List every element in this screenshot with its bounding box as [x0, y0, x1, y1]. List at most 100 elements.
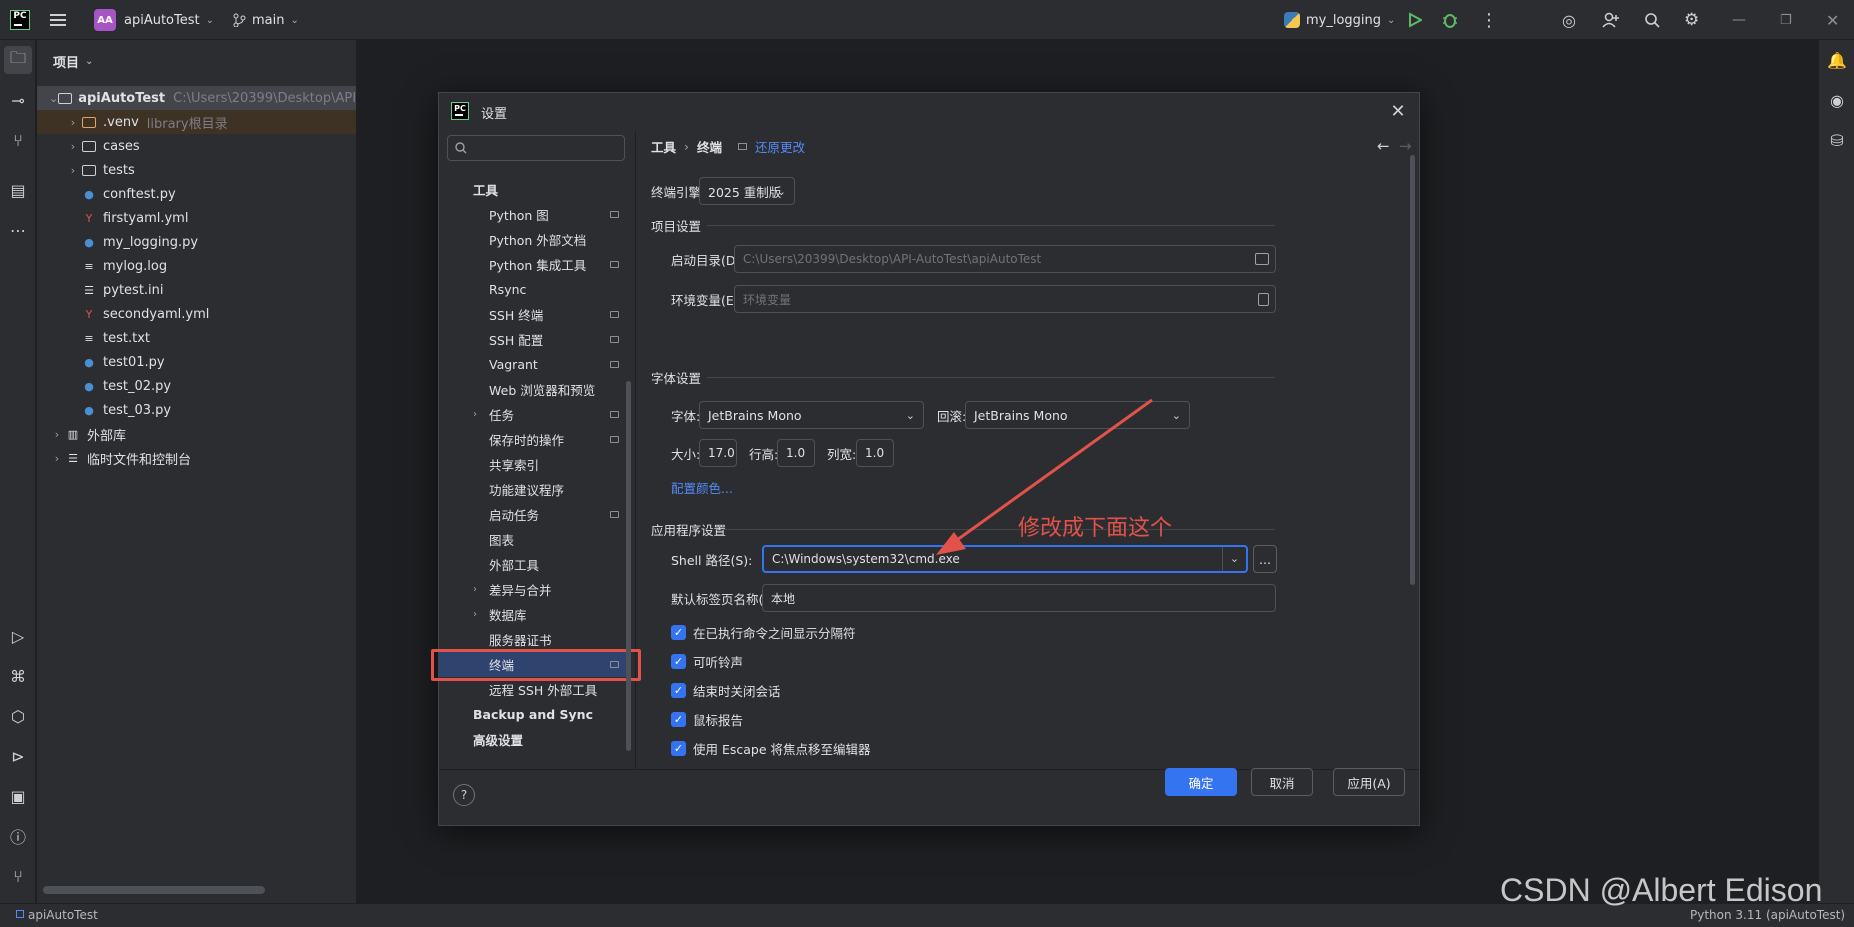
checkbox-show-separators[interactable]: ✓ 在已执行命令之间显示分隔符 — [671, 621, 856, 643]
nav-item[interactable]: Python 外部文档 — [439, 227, 629, 252]
search-button[interactable] — [1644, 0, 1660, 40]
nav-item[interactable]: 启动任务 — [439, 502, 629, 527]
checkbox-close-on-exit[interactable]: ✓ 结束时关闭会话 — [671, 679, 781, 701]
tree-item-my-logging[interactable]: ● my_logging.py — [37, 230, 356, 254]
settings-gear-icon[interactable]: ⚙ — [1684, 0, 1699, 40]
ok-button[interactable]: 确定 — [1165, 768, 1237, 796]
tree-item-cases[interactable]: › cases — [37, 134, 356, 158]
tree-item-firstyaml[interactable]: Y firstyaml.yml — [37, 206, 356, 230]
nav-item[interactable]: 保存时的操作 — [439, 427, 629, 452]
services-tool-icon[interactable]: ⊳ — [0, 742, 36, 770]
forward-arrow-icon[interactable]: → — [1399, 137, 1412, 155]
ai-chat-icon[interactable]: ◉ — [1819, 86, 1854, 114]
shell-path-input[interactable]: C:\Windows\system32\cmd.exe ⌄ — [762, 545, 1248, 573]
env-field[interactable]: 环境变量 — [734, 285, 1276, 313]
nav-item[interactable]: 功能建议程序 — [439, 477, 629, 502]
nav-item[interactable]: Python 集成工具 — [439, 252, 629, 277]
checkbox-mouse-reporting[interactable]: ✓ 鼠标报告 — [671, 708, 743, 730]
python-console-icon[interactable]: ⌘ — [0, 662, 36, 690]
tree-item-test-txt[interactable]: ≡ test.txt — [37, 326, 356, 350]
nav-item[interactable]: 外部工具 — [439, 552, 629, 577]
settings-search-input[interactable] — [447, 135, 625, 161]
nav-item[interactable]: 图表 — [439, 527, 629, 552]
nav-item-advanced[interactable]: 高级设置 — [439, 727, 629, 752]
tree-item-external-libs[interactable]: › ▥ 外部库 — [37, 422, 356, 446]
tree-item-scratches[interactable]: › ☰ 临时文件和控制台 — [37, 446, 356, 470]
run-config-selector[interactable]: my_logging ⌄ — [1284, 0, 1395, 40]
nav-item[interactable]: Rsync — [439, 277, 629, 302]
problems-tool-icon[interactable]: ⓘ — [0, 822, 36, 850]
structure-tool-icon[interactable]: ▤ — [0, 176, 36, 204]
help-icon[interactable]: ? — [453, 784, 475, 806]
database-icon[interactable]: ⛁ — [1819, 126, 1854, 154]
run-tool-icon[interactable]: ▷ — [0, 622, 36, 650]
ai-assistant-icon[interactable]: ◎ — [1562, 0, 1576, 40]
tree-item-venv[interactable]: › .venv library根目录 — [37, 110, 356, 134]
notifications-icon[interactable]: 🔔 — [1819, 46, 1854, 74]
nav-item-backup-sync[interactable]: Backup and Sync — [439, 702, 629, 727]
breadcrumb-parent[interactable]: 工具 — [651, 137, 676, 156]
nav-item[interactable]: › 数据库 — [439, 602, 629, 627]
main-menu-button[interactable] — [50, 0, 66, 40]
nav-group-tools[interactable]: 工具 — [439, 177, 629, 202]
tree-item-test02[interactable]: ● test_02.py — [37, 374, 356, 398]
status-project-name[interactable]: apiAutoTest — [28, 908, 98, 922]
engine-select[interactable]: 2025 重制版 ⌄ — [699, 177, 795, 205]
nav-item[interactable]: SSH 配置 — [439, 327, 629, 352]
horizontal-scrollbar[interactable] — [43, 886, 265, 894]
tree-item-secondyaml[interactable]: Y secondyaml.yml — [37, 302, 356, 326]
revert-changes-link[interactable]: 还原更改 — [755, 137, 805, 156]
project-tool-icon[interactable]: 🗀 — [4, 46, 32, 74]
restore-icon[interactable]: ❐ — [1780, 0, 1792, 40]
add-user-button[interactable] — [1602, 0, 1620, 40]
more-tools-icon[interactable]: ⋯ — [0, 216, 36, 244]
checkbox-escape-focus[interactable]: ✓ 使用 Escape 将焦点移至编辑器 — [671, 737, 871, 759]
font-select[interactable]: JetBrains Mono ⌄ — [699, 401, 924, 429]
python-packages-icon[interactable]: ⬡ — [0, 702, 36, 730]
project-switcher[interactable]: AA apiAutoTest ⌄ — [94, 0, 214, 40]
status-interpreter[interactable]: Python 3.11 (apiAutoTest) — [1690, 908, 1845, 922]
folder-browse-icon[interactable] — [1255, 253, 1269, 265]
tree-item-mylog[interactable]: ≡ mylog.log — [37, 254, 356, 278]
edit-list-icon[interactable] — [1258, 292, 1269, 306]
nav-item[interactable]: SSH 终端 — [439, 302, 629, 327]
branch-switcher[interactable]: main ⌄ — [232, 0, 299, 40]
start-dir-field[interactable]: C:\Users\20399\Desktop\API-AutoTest\apiA… — [734, 245, 1276, 273]
nav-item[interactable]: Web 浏览器和预览 — [439, 377, 629, 402]
col-width-input[interactable]: 1.0 — [856, 439, 894, 467]
content-scrollbar[interactable] — [1410, 155, 1415, 585]
tree-item-tests[interactable]: › tests — [37, 158, 356, 182]
nav-item[interactable]: Vagrant — [439, 352, 629, 377]
browse-shell-button[interactable]: ... — [1253, 545, 1277, 573]
fallback-font-select[interactable]: JetBrains Mono ⌄ — [965, 401, 1190, 429]
font-size-input[interactable]: 17.0 — [699, 439, 737, 467]
cancel-button[interactable]: 取消 — [1251, 768, 1313, 796]
tree-root[interactable]: ⌄ apiAutoTest C:\Users\20399\Desktop\API… — [37, 86, 356, 110]
tab-name-input[interactable]: 本地 — [762, 584, 1276, 612]
more-actions-icon[interactable]: ⋮ — [1480, 0, 1498, 40]
tree-item-test01[interactable]: ● test01.py — [37, 350, 356, 374]
close-icon[interactable]: ✕ — [1387, 101, 1409, 123]
line-height-input[interactable]: 1.0 — [777, 439, 815, 467]
close-window-icon[interactable]: ✕ — [1826, 0, 1839, 40]
git-tool-icon[interactable]: ⑂ — [0, 862, 36, 890]
terminal-tool-icon[interactable]: ▣ — [0, 782, 36, 810]
nav-item[interactable]: Python 图 — [439, 202, 629, 227]
nav-item[interactable]: 共享索引 — [439, 452, 629, 477]
checkbox-audible-bell[interactable]: ✓ 可听铃声 — [671, 650, 743, 672]
project-panel-header[interactable]: 项目 ⌄ — [37, 40, 356, 82]
nav-item[interactable]: › 差异与合并 — [439, 577, 629, 602]
dialog-title-bar[interactable]: PC 设置 ✕ — [439, 93, 1419, 131]
nav-item[interactable]: › 任务 — [439, 402, 629, 427]
apply-button[interactable]: 应用(A) — [1333, 768, 1405, 796]
tree-item-test03[interactable]: ● test_03.py — [37, 398, 356, 422]
commit-tool-icon[interactable]: ⊸ — [0, 86, 36, 114]
configure-colors-link[interactable]: 配置颜色... — [671, 473, 733, 501]
debug-button[interactable] — [1442, 0, 1458, 40]
minimize-icon[interactable]: — — [1732, 0, 1746, 40]
run-button[interactable] — [1408, 0, 1422, 40]
chevron-down-icon[interactable]: ⌄ — [1222, 547, 1246, 571]
tree-item-pytest-ini[interactable]: ☰ pytest.ini — [37, 278, 356, 302]
tree-item-conftest[interactable]: ● conftest.py — [37, 182, 356, 206]
nav-item[interactable]: 远程 SSH 外部工具 — [439, 677, 629, 702]
